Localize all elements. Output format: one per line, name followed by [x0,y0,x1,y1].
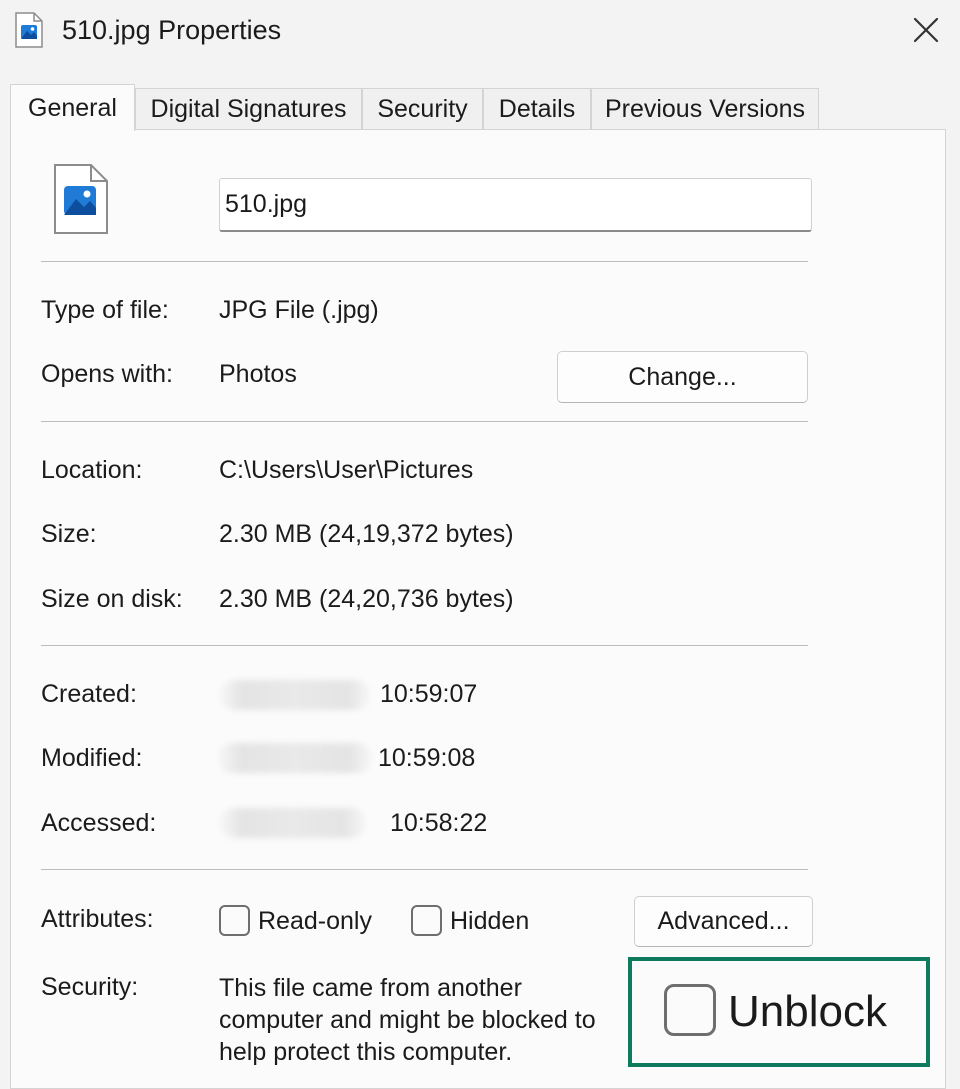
location-label: Location: [41,456,143,484]
image-file-icon [15,12,43,48]
type-of-file-value: JPG File (.jpg) [219,296,379,324]
separator [41,261,808,262]
change-button[interactable]: Change... [557,351,808,403]
created-date-redacted [220,680,370,710]
tab-general[interactable]: General [10,84,135,131]
tab-details[interactable]: Details [483,88,591,130]
tab-digital-signatures[interactable]: Digital Signatures [135,88,362,130]
modified-label: Modified: [41,744,143,772]
security-message: This file came from another computer and… [219,974,596,1066]
accessed-date-redacted [220,808,366,838]
modified-time: 10:59:08 [378,744,476,772]
created-time: 10:59:07 [380,680,478,708]
unblock-label[interactable]: Unblock [728,987,887,1037]
hidden-checkbox[interactable] [411,905,442,936]
separator [41,421,808,422]
unblock-checkbox[interactable] [664,984,716,1036]
close-icon [913,17,939,43]
window-title: 510.jpg Properties [62,15,282,45]
accessed-time: 10:58:22 [390,809,488,837]
image-file-icon [54,164,108,234]
read-only-checkbox[interactable] [219,905,250,936]
opens-with-value: Photos [219,360,297,388]
size-label: Size: [41,520,97,548]
close-button[interactable] [896,4,956,56]
accessed-label: Accessed: [41,809,157,837]
size-on-disk-value: 2.30 MB (24,20,736 bytes) [219,585,514,613]
tab-security[interactable]: Security [362,88,483,130]
tab-previous-versions[interactable]: Previous Versions [591,88,819,130]
attributes-label: Attributes: [41,905,154,933]
file-name-input[interactable] [219,178,812,232]
hidden-label[interactable]: Hidden [450,907,529,936]
type-of-file-label: Type of file: [41,296,169,324]
separator [41,869,808,870]
separator [41,645,808,646]
advanced-button[interactable]: Advanced... [634,896,813,947]
modified-date-redacted [218,743,372,773]
location-value: C:\Users\User\Pictures [219,456,474,484]
read-only-label[interactable]: Read-only [258,907,372,936]
opens-with-label: Opens with: [41,360,174,388]
size-on-disk-label: Size on disk: [41,585,183,613]
title-bar: 510.jpg Properties [0,0,960,66]
size-value: 2.30 MB (24,19,372 bytes) [219,520,514,548]
security-label: Security: [41,973,139,1001]
created-label: Created: [41,680,137,708]
